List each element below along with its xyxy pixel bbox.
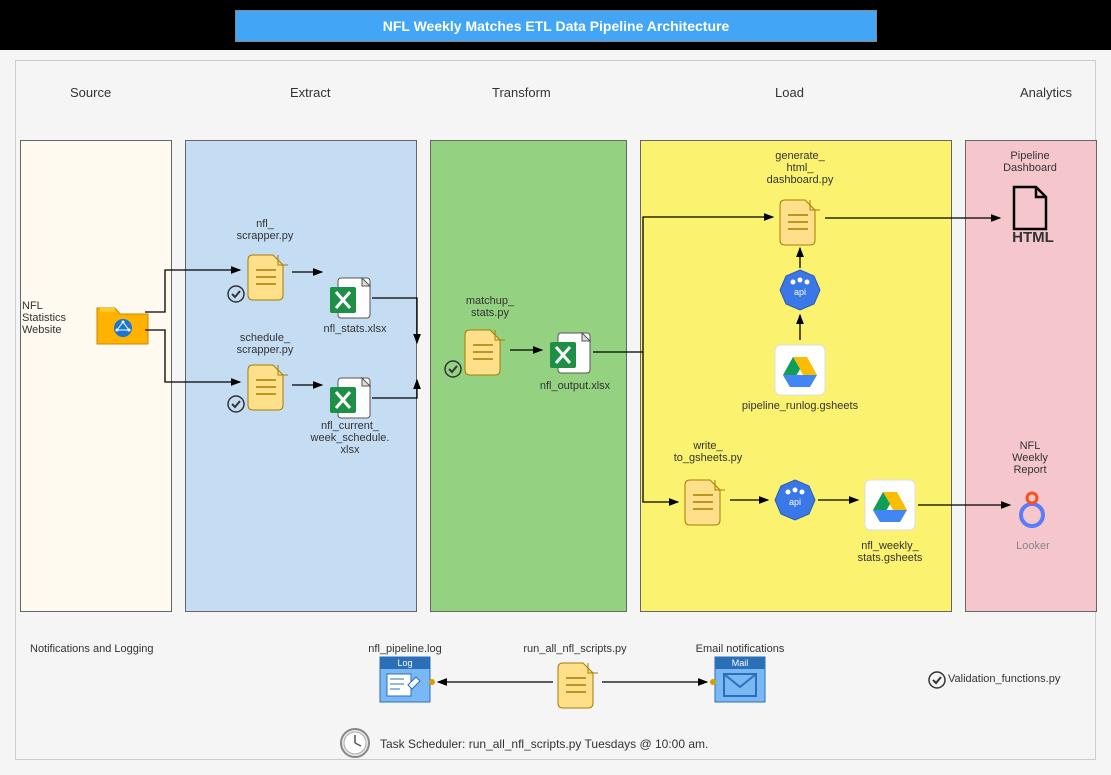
lbl-report: NFL Weekly Report [985,440,1075,476]
lbl-dashboard-py: generate_ html_ dashboard.py [755,150,845,186]
lbl-notif: Notifications and Logging [30,643,190,655]
stage-transform: Transform [492,85,551,100]
lbl-stats-xlsx: nfl_stats.xlsx [310,323,400,335]
lbl-website: NFL Statistics Website [22,300,77,336]
box-transform [430,140,627,612]
lbl-looker: Looker [988,540,1078,552]
lbl-scrapper: nfl_ scrapper.py [220,218,310,242]
lbl-html: HTML [988,229,1078,246]
lbl-output: nfl_output.xlsx [530,380,620,392]
lbl-write-gs: write_ to_gsheets.py [663,440,753,464]
page-title: NFL Weekly Matches ETL Data Pipeline Arc… [235,10,877,42]
lbl-runlog: pipeline_runlog.gsheets [740,400,860,412]
stage-load: Load [775,85,804,100]
stage-extract: Extract [290,85,330,100]
stage-source: Source [70,85,111,100]
box-source [20,140,172,612]
lbl-schedule: schedule_ scrapper.py [220,332,310,356]
lbl-email: Email notifications [680,643,800,655]
lbl-scheduler: Task Scheduler: run_all_nfl_scripts.py T… [380,737,780,751]
lbl-dash: Pipeline Dashboard [985,150,1075,174]
lbl-week-xlsx: nfl_current_ week_schedule. xlsx [305,420,395,456]
box-extract [185,140,417,612]
lbl-validation: Validation_functions.py [948,673,1068,685]
stage-analytics: Analytics [1020,85,1072,100]
lbl-matchup: matchup_ stats.py [445,295,535,319]
lbl-stats-gs: nfl_weekly_ stats.gsheets [845,540,935,564]
lbl-logfile: nfl_pipeline.log [360,643,450,655]
lbl-runall: run_all_nfl_scripts.py [515,643,635,655]
